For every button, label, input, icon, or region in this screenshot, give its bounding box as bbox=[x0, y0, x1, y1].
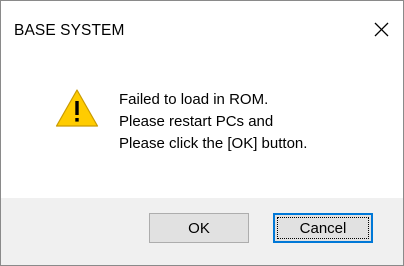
message-line: Please click the [OK] button. bbox=[119, 135, 308, 152]
message-text: Failed to load in ROM. Please restart PC… bbox=[119, 89, 307, 155]
window-title: BASE SYSTEM bbox=[14, 22, 125, 39]
message-line: Failed to load in ROM. bbox=[119, 91, 269, 108]
ok-button[interactable]: OK bbox=[149, 213, 249, 243]
close-button[interactable] bbox=[361, 10, 403, 48]
ok-button-label: OK bbox=[188, 219, 210, 237]
title-bar: BASE SYSTEM bbox=[1, 1, 403, 47]
cancel-button[interactable]: Cancel bbox=[273, 213, 373, 243]
message-line: Please restart PCs and bbox=[119, 113, 274, 130]
message-dialog: BASE SYSTEM Failed to load in ROM. Pleas… bbox=[0, 0, 404, 266]
focus-ring bbox=[277, 217, 369, 239]
dialog-content: Failed to load in ROM. Please restart PC… bbox=[1, 47, 403, 198]
close-icon bbox=[374, 22, 389, 37]
warning-icon bbox=[55, 88, 99, 128]
button-bar: OK Cancel bbox=[1, 198, 403, 265]
